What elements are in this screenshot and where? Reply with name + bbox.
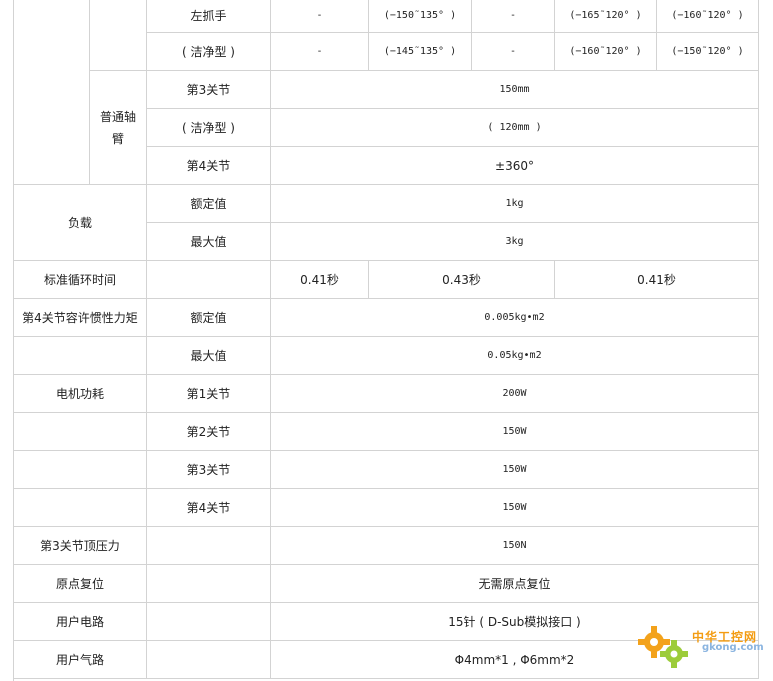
power-joint2-label: 第2关节 <box>147 413 271 451</box>
power-joint1-value: 200W <box>271 375 759 413</box>
arm-label-line-1: 普通轴 <box>99 109 136 124</box>
grip-label: 左抓手 <box>147 0 271 33</box>
grip-value-5: (−160˜120° ) <box>657 0 759 33</box>
power-label: 电机功耗 <box>14 375 147 413</box>
inertia-max-value: 0.05kg•m2 <box>271 337 759 375</box>
power-joint3-label: 第3关节 <box>147 451 271 489</box>
watermark: 中华工控网 gkong.com <box>636 620 766 672</box>
joint3-label: 第3关节 <box>147 71 271 109</box>
watermark-en-text: gkong.com <box>702 642 764 653</box>
payload-rated-value: 1kg <box>271 185 759 223</box>
inertia-label: 第4关节容许惯性力矩 <box>14 299 147 337</box>
cycle-time-value-1: 0.41秒 <box>271 261 369 299</box>
user-air-label: 用户气路 <box>14 641 147 679</box>
power-joint4-label: 第4关节 <box>147 489 271 527</box>
grip-value-2: (−150˜135° ) <box>369 0 472 33</box>
power-joint3-value: 150W <box>271 451 759 489</box>
press-force-blank <box>147 527 271 565</box>
user-circuit-blank <box>147 603 271 641</box>
power-blank-3 <box>14 489 147 527</box>
cycle-time-blank <box>147 261 271 299</box>
section-label-blank <box>14 0 90 185</box>
power-blank-1 <box>14 413 147 451</box>
gear-logo-icon <box>638 626 688 668</box>
arm-label-line-2: 臂 <box>111 131 124 146</box>
clean-type-label-2: ( 洁净型 ) <box>147 109 271 147</box>
inertia-rated-label: 额定值 <box>147 299 271 337</box>
power-blank-2 <box>14 451 147 489</box>
clean-type-label: ( 洁净型 ) <box>147 33 271 71</box>
origin-reset-blank <box>147 565 271 603</box>
power-joint1-label: 第1关节 <box>147 375 271 413</box>
clean-value-4: (−160˜120° ) <box>555 33 657 71</box>
origin-reset-label: 原点复位 <box>14 565 147 603</box>
clean-value-3: - <box>472 33 555 71</box>
power-joint2-value: 150W <box>271 413 759 451</box>
power-joint4-value: 150W <box>271 489 759 527</box>
inertia-blank <box>14 337 147 375</box>
payload-label: 负载 <box>14 185 147 261</box>
joint4-value: ±360° <box>271 147 759 185</box>
payload-rated-label: 额定值 <box>147 185 271 223</box>
origin-reset-value: 无需原点复位 <box>271 565 759 603</box>
payload-max-label: 最大值 <box>147 223 271 261</box>
clean-type-value-2: ( 120mm ) <box>271 109 759 147</box>
grip-value-3: - <box>472 0 555 33</box>
press-force-label: 第3关节顶压力 <box>14 527 147 565</box>
cycle-time-value-3: 0.41秒 <box>555 261 759 299</box>
cycle-time-label: 标准循环时间 <box>14 261 147 299</box>
inertia-rated-value: 0.005kg•m2 <box>271 299 759 337</box>
clean-value-5: (−150˜120° ) <box>657 33 759 71</box>
clean-value-2: (−145˜135° ) <box>369 33 472 71</box>
clean-value-1: - <box>271 33 369 71</box>
grip-value-1: - <box>271 0 369 33</box>
cycle-time-value-2: 0.43秒 <box>369 261 555 299</box>
press-force-value: 150N <box>271 527 759 565</box>
subsection-blank <box>90 0 147 71</box>
grip-value-4: (−165˜120° ) <box>555 0 657 33</box>
arm-label: 普通轴 臂 <box>90 71 147 185</box>
joint4-label: 第4关节 <box>147 147 271 185</box>
user-circuit-label: 用户电路 <box>14 603 147 641</box>
payload-max-value: 3kg <box>271 223 759 261</box>
user-air-blank <box>147 641 271 679</box>
inertia-max-label: 最大值 <box>147 337 271 375</box>
joint3-value: 150mm <box>271 71 759 109</box>
spec-table: 左抓手 - (−150˜135° ) - (−165˜120° ) (−160˜… <box>0 0 773 681</box>
